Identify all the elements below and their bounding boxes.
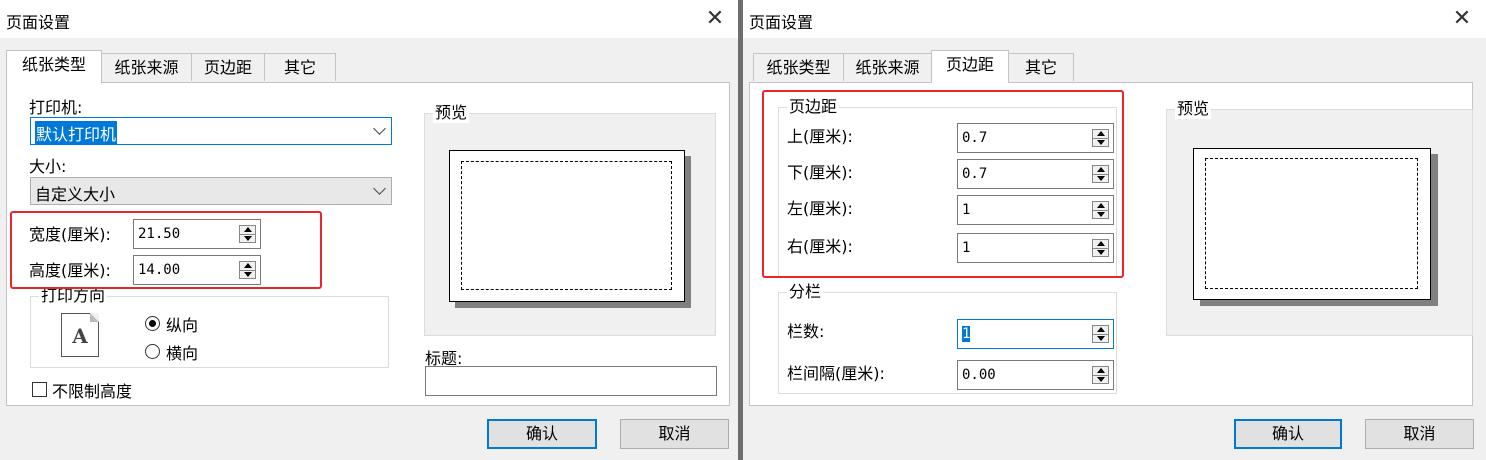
cancel-button[interactable]: 取消 [620,419,729,449]
size-select[interactable]: 自定义大小 [30,177,392,205]
printer-select[interactable]: 默认打印机 [30,117,392,145]
printer-value: 默认打印机 [35,121,118,145]
preview-label: 预览 [433,103,470,123]
spinner-arrows-icon[interactable] [1092,366,1109,384]
preview-margin-outline [461,161,672,290]
close-icon[interactable]: ✕ [1451,8,1473,30]
landscape-radio[interactable] [145,344,160,359]
ok-button[interactable]: 确认 [1234,419,1342,449]
highlight-box [10,211,322,289]
column-count-value: 1 [962,326,971,342]
unlimited-height-label: 不限制高度 [52,382,133,401]
portrait-radio[interactable] [145,316,160,331]
preview-margin-outline [1205,158,1418,289]
preview-group: 预览 [424,103,716,336]
column-gap-value: 0.00 [962,367,996,383]
page-letter-glyph: A [72,324,88,348]
columns-group: 分栏 栏数: 1 栏间隔(厘米): 0.00 [778,282,1117,394]
column-count-label: 栏数: [787,322,825,341]
page-setup-dialog-margins: 页面设置 ✕ 纸张类型 纸张来源 页边距 其它 页边距 上(厘米): 0.7 下… [743,0,1486,460]
column-gap-spinbox[interactable]: 0.00 [957,360,1114,390]
tab-other[interactable]: 其它 [1008,53,1074,81]
ok-button[interactable]: 确认 [487,419,597,449]
portrait-page-icon: A [61,313,99,357]
close-icon[interactable]: ✕ [704,8,726,30]
dialog-title: 页面设置 [749,13,814,32]
chevron-down-icon [373,182,386,195]
page-setup-dialog-paper-type: 页面设置 ✕ 纸张类型 纸张来源 页边距 其它 打印机: 默认打印机 大小: 自… [0,0,738,460]
preview-label: 预览 [1175,99,1212,119]
tab-margins[interactable]: 页边距 [191,53,265,81]
preview-group: 预览 [1166,99,1473,336]
cancel-button[interactable]: 取消 [1365,419,1474,449]
column-count-spinbox[interactable]: 1 [957,319,1114,349]
title-bar: 页面设置 ✕ [0,0,738,38]
portrait-label: 纵向 [166,316,199,335]
tab-paper-type[interactable]: 纸张类型 [6,50,102,83]
landscape-label: 横向 [166,344,199,363]
title-bar: 页面设置 ✕ [743,0,1486,38]
preview-paper [449,150,685,302]
caption-input[interactable] [425,366,717,396]
tab-paper-type[interactable]: 纸张类型 [753,53,844,81]
tab-margins[interactable]: 页边距 [931,50,1009,83]
dialog-title: 页面设置 [6,13,71,32]
column-gap-label: 栏间隔(厘米): [787,364,885,383]
orientation-group: 打印方向 A 纵向 横向 [30,286,389,368]
printer-label: 打印机: [29,98,83,117]
spinner-arrows-icon[interactable] [1092,325,1109,343]
size-value: 自定义大小 [35,185,116,204]
size-label: 大小: [29,157,67,176]
tab-paper-source[interactable]: 纸张来源 [843,53,932,81]
preview-paper [1193,148,1431,300]
highlight-box [762,90,1124,278]
orientation-group-label: 打印方向 [39,286,108,306]
chevron-down-icon [373,122,386,135]
columns-group-label: 分栏 [787,282,824,302]
unlimited-height-checkbox[interactable] [32,382,47,397]
tab-other[interactable]: 其它 [264,53,336,81]
tab-paper-source[interactable]: 纸张来源 [101,53,192,81]
